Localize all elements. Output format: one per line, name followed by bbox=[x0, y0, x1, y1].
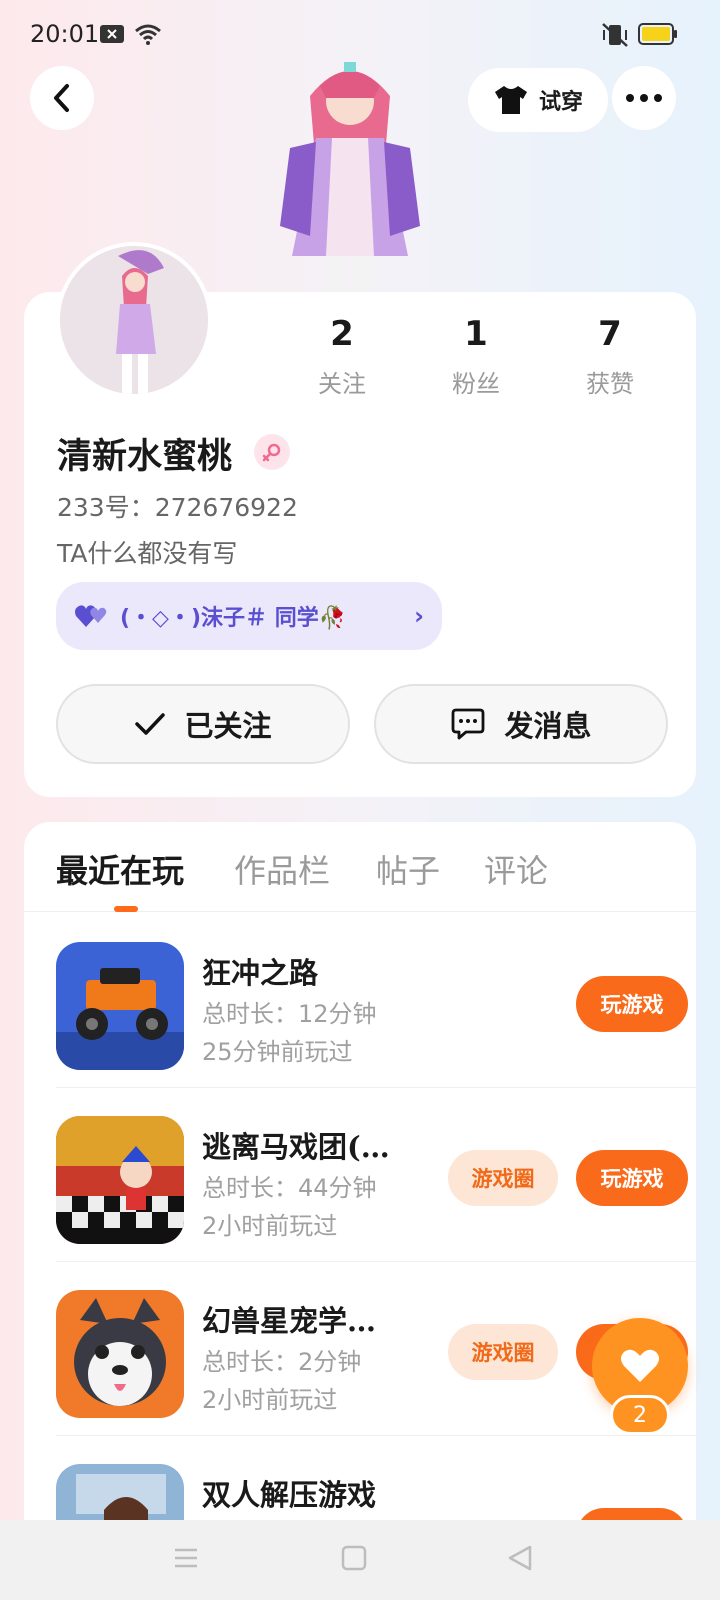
battery-icon bbox=[638, 23, 677, 45]
user-id: 233号：272676922 bbox=[57, 493, 298, 522]
tab-posts[interactable]: 帖子 bbox=[376, 846, 440, 892]
system-nav-bar bbox=[0, 1520, 720, 1600]
game-name: 逃离马戏团(… bbox=[202, 1130, 390, 1164]
stat-following-value: 2 bbox=[330, 314, 354, 354]
status-time: 20:01 bbox=[30, 20, 100, 48]
play-game-button[interactable]: 玩游戏 bbox=[576, 976, 688, 1032]
stat-likes-value: 7 bbox=[598, 314, 622, 354]
menu-icon[interactable] bbox=[172, 1544, 200, 1572]
stat-following-label: 关注 bbox=[318, 370, 366, 398]
follow-label: 已关注 bbox=[184, 709, 272, 743]
tab-comments[interactable]: 评论 bbox=[484, 846, 548, 892]
stat-fans-label: 粉丝 bbox=[452, 370, 500, 398]
user-bio: TA什么都没有写 bbox=[57, 539, 238, 568]
stat-fans-value: 1 bbox=[464, 314, 488, 354]
game-last-played: 2小时前玩过 bbox=[202, 1212, 338, 1240]
game-last-played: 2小时前玩过 bbox=[202, 1386, 338, 1414]
like-count-badge: 2 bbox=[610, 1395, 670, 1435]
more-dots-icon bbox=[626, 94, 662, 102]
game-duration: 总时长：44分钟 bbox=[202, 1174, 377, 1202]
avatar-3d-figure[interactable] bbox=[250, 56, 450, 296]
chat-bubble-icon bbox=[452, 708, 485, 740]
message-button[interactable]: 发消息 bbox=[374, 684, 668, 764]
back-nav-icon[interactable] bbox=[506, 1544, 534, 1572]
hearts-icon bbox=[75, 605, 107, 627]
friend-tag-text: (・◇・)沫子＃ 同学🥀 bbox=[120, 606, 347, 631]
tab-works[interactable]: 作品栏 bbox=[234, 846, 330, 892]
message-label: 发消息 bbox=[504, 709, 592, 743]
follow-button[interactable]: 已关注 bbox=[56, 684, 350, 764]
try-on-label: 试穿 bbox=[538, 90, 583, 115]
back-button[interactable] bbox=[30, 66, 94, 130]
game-icon bbox=[56, 1290, 184, 1418]
friend-relation-tag[interactable]: (・◇・)沫子＃ 同学🥀 › bbox=[56, 582, 442, 650]
avatar-image bbox=[60, 246, 208, 394]
home-icon[interactable] bbox=[340, 1544, 368, 1572]
game-last-played: 25分钟前玩过 bbox=[202, 1038, 353, 1066]
game-duration: 总时长：12分钟 bbox=[202, 1000, 377, 1028]
stat-fans[interactable]: 1 粉丝 bbox=[421, 314, 531, 399]
vibrate-icon bbox=[602, 23, 628, 47]
activity-card: 最近在玩 作品栏 帖子 评论 狂冲之路 总时长：12分钟 25分钟前玩过 玩游戏 bbox=[24, 822, 696, 1542]
game-circle-button[interactable]: 游戏圈 bbox=[448, 1150, 558, 1206]
profile-tabs: 最近在玩 作品栏 帖子 评论 bbox=[24, 822, 696, 912]
more-button[interactable] bbox=[612, 66, 676, 130]
game-name: 双人解压游戏 bbox=[202, 1478, 377, 1512]
female-icon bbox=[254, 434, 290, 470]
game-duration: 总时长：2分钟 bbox=[202, 1348, 362, 1376]
game-item[interactable]: 逃离马戏团(… 总时长：44分钟 2小时前玩过 游戏圈 玩游戏 bbox=[56, 1086, 696, 1262]
stat-likes[interactable]: 7 获赞 bbox=[555, 314, 665, 399]
stat-likes-label: 获赞 bbox=[586, 370, 634, 398]
tab-recent-games[interactable]: 最近在玩 bbox=[56, 846, 184, 892]
wifi-icon bbox=[135, 24, 161, 45]
game-item[interactable]: 狂冲之路 总时长：12分钟 25分钟前玩过 玩游戏 bbox=[56, 912, 696, 1088]
tshirt-icon bbox=[494, 86, 527, 114]
chevron-right-icon: › bbox=[414, 602, 424, 630]
notification-icon bbox=[100, 25, 124, 43]
stat-following[interactable]: 2 关注 bbox=[287, 314, 397, 399]
username: 清新水蜜桃 bbox=[57, 436, 233, 477]
game-icon bbox=[56, 942, 184, 1070]
play-game-button[interactable]: 玩游戏 bbox=[576, 1150, 688, 1206]
game-name: 狂冲之路 bbox=[202, 956, 319, 990]
game-circle-button[interactable]: 游戏圈 bbox=[448, 1324, 558, 1380]
heart-icon bbox=[621, 1349, 659, 1382]
try-on-button[interactable]: 试穿 bbox=[468, 68, 608, 132]
check-icon bbox=[135, 713, 166, 735]
game-icon bbox=[56, 1116, 184, 1244]
game-name: 幻兽星宠学… bbox=[202, 1304, 377, 1338]
avatar[interactable] bbox=[56, 242, 212, 398]
chevron-left-icon bbox=[54, 84, 69, 112]
